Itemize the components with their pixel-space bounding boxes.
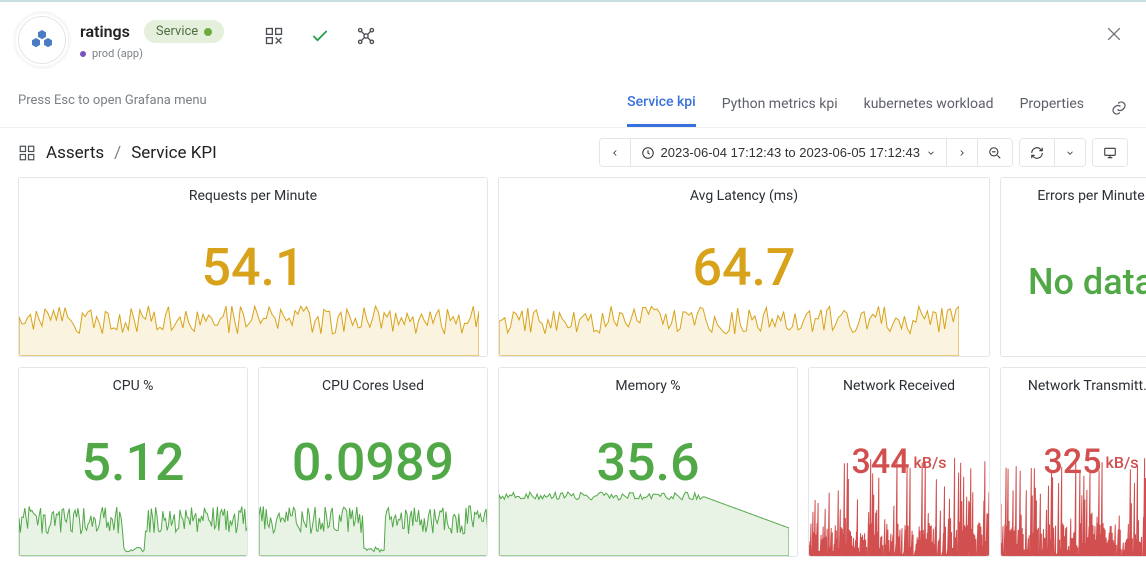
panel-network-transmitted[interactable]: Network Transmitt... 325kB/s bbox=[1000, 367, 1146, 557]
time-range-button[interactable]: 2023-06-04 17:12:43 to 2023-06-05 17:12:… bbox=[631, 139, 948, 166]
sparkline bbox=[19, 476, 248, 556]
panel-memory-percent[interactable]: Memory % 35.6 bbox=[498, 367, 798, 557]
tab-bar: Press Esc to open Grafana menu Service k… bbox=[0, 88, 1146, 128]
panel-title: Requests per Minute bbox=[19, 178, 487, 208]
sparkline bbox=[1001, 446, 1146, 556]
chevron-right-icon bbox=[957, 148, 967, 158]
panel-cpu-cores-used[interactable]: CPU Cores Used 0.0989 bbox=[258, 367, 488, 557]
topology-icon[interactable] bbox=[356, 26, 376, 46]
sparkline bbox=[259, 476, 488, 556]
monitor-icon bbox=[1103, 146, 1117, 160]
panel-errors-per-minute[interactable]: Errors per Minute No data bbox=[1000, 177, 1146, 357]
refresh-interval-button[interactable] bbox=[1055, 139, 1085, 166]
time-back-button[interactable] bbox=[600, 139, 631, 166]
panel-view-button[interactable] bbox=[1093, 139, 1127, 166]
breadcrumb-root[interactable]: Asserts bbox=[46, 143, 104, 163]
panel-title: Network Received bbox=[809, 368, 989, 398]
dashboards-icon[interactable] bbox=[18, 144, 36, 162]
panel-cpu-percent[interactable]: CPU % 5.12 bbox=[18, 367, 248, 557]
sparkline bbox=[499, 276, 959, 356]
tab-kubernetes-workload[interactable]: kubernetes workload bbox=[864, 90, 994, 126]
panel-title: Memory % bbox=[499, 368, 797, 398]
panel-avg-latency[interactable]: Avg Latency (ms) 64.7 bbox=[498, 177, 990, 357]
environment-label: prod (app) bbox=[80, 47, 224, 60]
panel-network-received[interactable]: Network Received 344kB/s bbox=[808, 367, 990, 557]
copy-link-icon[interactable] bbox=[1110, 99, 1128, 117]
panel-title: CPU Cores Used bbox=[259, 368, 487, 398]
panel-title: CPU % bbox=[19, 368, 247, 398]
service-name: ratings bbox=[80, 22, 130, 41]
time-range-label: 2023-06-04 17:12:43 to 2023-06-05 17:12:… bbox=[661, 145, 921, 160]
env-text: prod (app) bbox=[92, 47, 143, 60]
breadcrumb-sep: / bbox=[114, 143, 121, 163]
clock-icon bbox=[641, 146, 655, 160]
tab-python-metrics[interactable]: Python metrics kpi bbox=[722, 90, 838, 126]
zoom-out-icon bbox=[988, 146, 1002, 160]
refresh-button[interactable] bbox=[1020, 139, 1055, 166]
time-forward-button[interactable] bbox=[947, 139, 978, 166]
panel-title: Avg Latency (ms) bbox=[499, 178, 989, 208]
header-action-icons bbox=[264, 16, 376, 46]
service-type-badge: Service bbox=[144, 20, 224, 43]
refresh-icon bbox=[1030, 146, 1044, 160]
title-block: ratings Service prod (app) bbox=[80, 16, 224, 60]
panel-requests-per-minute[interactable]: Requests per Minute 54.1 bbox=[18, 177, 488, 357]
panel-grid: Requests per Minute 54.1 Avg Latency (ms… bbox=[0, 177, 1146, 575]
sparkline bbox=[19, 276, 479, 356]
chevron-left-icon bbox=[610, 148, 620, 158]
cubes-icon bbox=[30, 28, 54, 52]
close-icon[interactable] bbox=[1104, 24, 1124, 44]
check-icon[interactable] bbox=[310, 26, 330, 46]
sparkline bbox=[809, 446, 990, 556]
header: ratings Service prod (app) bbox=[0, 2, 1146, 70]
env-dot-icon bbox=[80, 51, 86, 57]
tab-properties[interactable]: Properties bbox=[1020, 90, 1084, 126]
panel-value: No data bbox=[1001, 208, 1146, 356]
chevron-down-icon bbox=[1065, 148, 1075, 158]
chevron-down-icon bbox=[926, 148, 936, 158]
panel-title: Errors per Minute bbox=[1001, 178, 1146, 208]
sparkline bbox=[499, 476, 789, 556]
service-logo bbox=[18, 16, 66, 64]
tabs: Service kpi Python metrics kpi kubernete… bbox=[627, 88, 1128, 127]
time-controls: 2023-06-04 17:12:43 to 2023-06-05 17:12:… bbox=[599, 138, 1129, 167]
escape-hint: Press Esc to open Grafana menu bbox=[18, 93, 207, 122]
breadcrumb: Asserts / Service KPI bbox=[18, 143, 589, 163]
breadcrumb-leaf[interactable]: Service KPI bbox=[131, 143, 217, 163]
zoom-out-button[interactable] bbox=[978, 139, 1012, 166]
panel-title: Network Transmitt... bbox=[1001, 368, 1146, 398]
tab-service-kpi[interactable]: Service kpi bbox=[627, 88, 696, 127]
graph-view-icon[interactable] bbox=[264, 26, 284, 46]
toolbar: Asserts / Service KPI 2023-06-04 17:12:4… bbox=[0, 128, 1146, 177]
